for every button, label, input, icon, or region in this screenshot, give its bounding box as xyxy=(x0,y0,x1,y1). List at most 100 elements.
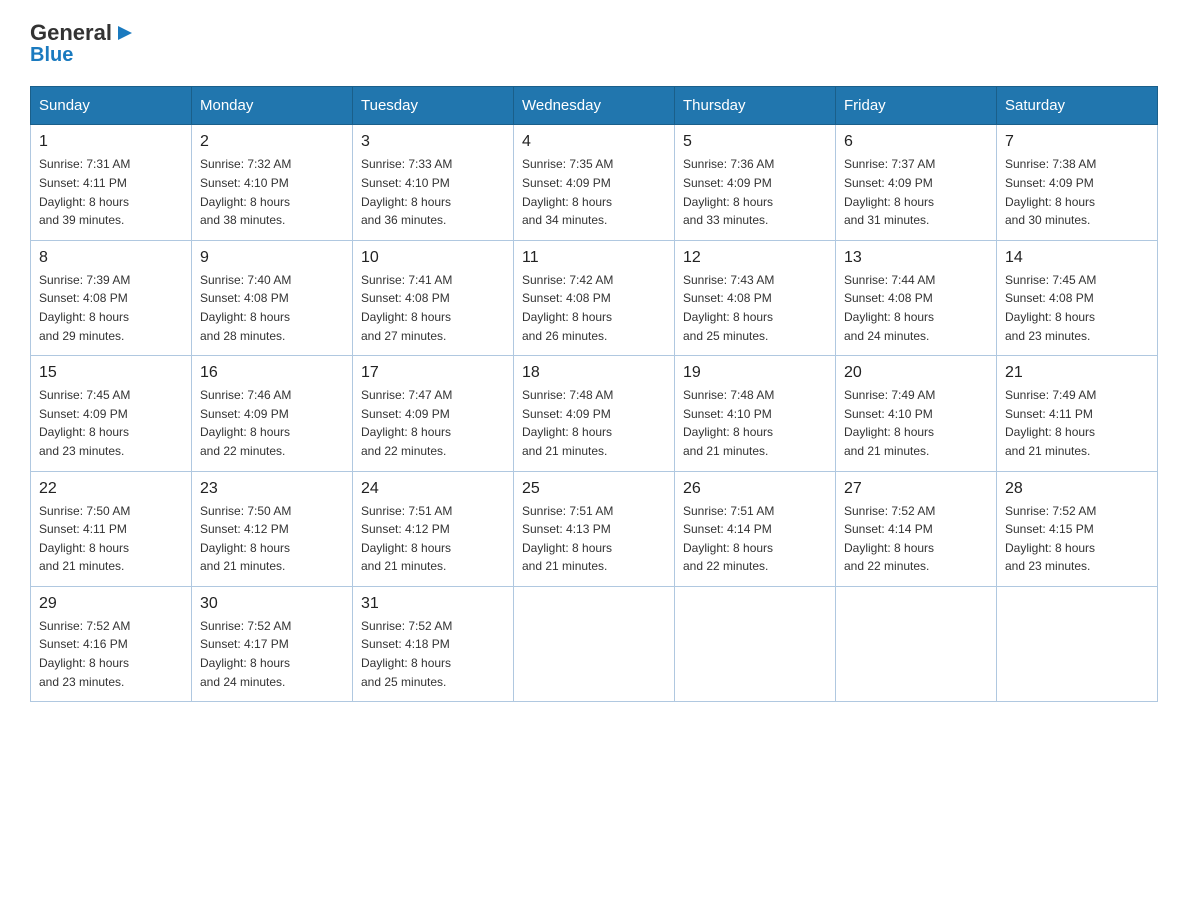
calendar-day-cell xyxy=(514,586,675,701)
calendar-week-row: 29 Sunrise: 7:52 AM Sunset: 4:16 PM Dayl… xyxy=(31,586,1158,701)
daylight-minutes: and 23 minutes. xyxy=(39,444,124,458)
day-number: 23 xyxy=(200,480,344,498)
calendar-day-cell: 9 Sunrise: 7:40 AM Sunset: 4:08 PM Dayli… xyxy=(192,240,353,355)
sunset-label: Sunset: 4:09 PM xyxy=(683,176,772,190)
sunset-label: Sunset: 4:10 PM xyxy=(200,176,289,190)
day-number: 29 xyxy=(39,595,183,613)
sunrise-label: Sunrise: 7:40 AM xyxy=(200,273,291,287)
sunrise-label: Sunrise: 7:52 AM xyxy=(39,619,130,633)
sunrise-label: Sunrise: 7:38 AM xyxy=(1005,157,1096,171)
daylight-label: Daylight: 8 hours xyxy=(844,541,934,555)
sunset-label: Sunset: 4:11 PM xyxy=(1005,407,1093,421)
calendar-day-cell: 17 Sunrise: 7:47 AM Sunset: 4:09 PM Dayl… xyxy=(353,356,514,471)
calendar-day-cell: 3 Sunrise: 7:33 AM Sunset: 4:10 PM Dayli… xyxy=(353,125,514,240)
day-info: Sunrise: 7:38 AM Sunset: 4:09 PM Dayligh… xyxy=(1005,155,1149,229)
logo-arrow-icon xyxy=(114,22,136,44)
sunset-label: Sunset: 4:17 PM xyxy=(200,637,289,651)
daylight-label: Daylight: 8 hours xyxy=(844,310,934,324)
sunrise-label: Sunrise: 7:41 AM xyxy=(361,273,452,287)
daylight-minutes: and 22 minutes. xyxy=(361,444,446,458)
sunrise-label: Sunrise: 7:36 AM xyxy=(683,157,774,171)
daylight-label: Daylight: 8 hours xyxy=(361,195,451,209)
calendar-day-cell: 1 Sunrise: 7:31 AM Sunset: 4:11 PM Dayli… xyxy=(31,125,192,240)
daylight-minutes: and 36 minutes. xyxy=(361,213,446,227)
daylight-minutes: and 39 minutes. xyxy=(39,213,124,227)
daylight-label: Daylight: 8 hours xyxy=(683,310,773,324)
sunset-label: Sunset: 4:08 PM xyxy=(200,291,289,305)
sunrise-label: Sunrise: 7:51 AM xyxy=(361,504,452,518)
daylight-minutes: and 21 minutes. xyxy=(522,559,607,573)
day-info: Sunrise: 7:32 AM Sunset: 4:10 PM Dayligh… xyxy=(200,155,344,229)
calendar-day-cell: 4 Sunrise: 7:35 AM Sunset: 4:09 PM Dayli… xyxy=(514,125,675,240)
day-number: 5 xyxy=(683,133,827,151)
daylight-label: Daylight: 8 hours xyxy=(361,656,451,670)
sunset-label: Sunset: 4:18 PM xyxy=(361,637,450,651)
sunset-label: Sunset: 4:11 PM xyxy=(39,522,127,536)
sunrise-label: Sunrise: 7:44 AM xyxy=(844,273,935,287)
daylight-label: Daylight: 8 hours xyxy=(1005,195,1095,209)
day-info: Sunrise: 7:50 AM Sunset: 4:12 PM Dayligh… xyxy=(200,502,344,576)
sunset-label: Sunset: 4:15 PM xyxy=(1005,522,1094,536)
weekday-header-thursday: Thursday xyxy=(675,87,836,125)
sunrise-label: Sunrise: 7:48 AM xyxy=(522,388,613,402)
daylight-minutes: and 22 minutes. xyxy=(683,559,768,573)
daylight-minutes: and 24 minutes. xyxy=(844,329,929,343)
calendar-day-cell: 30 Sunrise: 7:52 AM Sunset: 4:17 PM Dayl… xyxy=(192,586,353,701)
calendar-day-cell: 21 Sunrise: 7:49 AM Sunset: 4:11 PM Dayl… xyxy=(997,356,1158,471)
calendar-day-cell: 6 Sunrise: 7:37 AM Sunset: 4:09 PM Dayli… xyxy=(836,125,997,240)
day-number: 8 xyxy=(39,249,183,267)
calendar-day-cell: 20 Sunrise: 7:49 AM Sunset: 4:10 PM Dayl… xyxy=(836,356,997,471)
weekday-header-wednesday: Wednesday xyxy=(514,87,675,125)
day-number: 12 xyxy=(683,249,827,267)
daylight-label: Daylight: 8 hours xyxy=(522,310,612,324)
daylight-minutes: and 28 minutes. xyxy=(200,329,285,343)
day-number: 1 xyxy=(39,133,183,151)
day-number: 26 xyxy=(683,480,827,498)
weekday-header-tuesday: Tuesday xyxy=(353,87,514,125)
sunrise-label: Sunrise: 7:49 AM xyxy=(844,388,935,402)
daylight-minutes: and 25 minutes. xyxy=(361,675,446,689)
sunset-label: Sunset: 4:10 PM xyxy=(683,407,772,421)
day-info: Sunrise: 7:45 AM Sunset: 4:08 PM Dayligh… xyxy=(1005,271,1149,345)
page-header: General Blue xyxy=(30,20,1158,66)
sunrise-label: Sunrise: 7:32 AM xyxy=(200,157,291,171)
day-number: 15 xyxy=(39,364,183,382)
calendar-day-cell: 25 Sunrise: 7:51 AM Sunset: 4:13 PM Dayl… xyxy=(514,471,675,586)
day-number: 18 xyxy=(522,364,666,382)
calendar-week-row: 15 Sunrise: 7:45 AM Sunset: 4:09 PM Dayl… xyxy=(31,356,1158,471)
sunrise-label: Sunrise: 7:45 AM xyxy=(1005,273,1096,287)
day-number: 3 xyxy=(361,133,505,151)
sunset-label: Sunset: 4:12 PM xyxy=(200,522,289,536)
sunrise-label: Sunrise: 7:45 AM xyxy=(39,388,130,402)
day-number: 25 xyxy=(522,480,666,498)
daylight-label: Daylight: 8 hours xyxy=(683,425,773,439)
sunrise-label: Sunrise: 7:51 AM xyxy=(522,504,613,518)
calendar-day-cell: 13 Sunrise: 7:44 AM Sunset: 4:08 PM Dayl… xyxy=(836,240,997,355)
daylight-minutes: and 24 minutes. xyxy=(200,675,285,689)
daylight-label: Daylight: 8 hours xyxy=(39,425,129,439)
daylight-label: Daylight: 8 hours xyxy=(522,425,612,439)
sunset-label: Sunset: 4:08 PM xyxy=(683,291,772,305)
daylight-label: Daylight: 8 hours xyxy=(1005,310,1095,324)
day-info: Sunrise: 7:35 AM Sunset: 4:09 PM Dayligh… xyxy=(522,155,666,229)
sunrise-label: Sunrise: 7:50 AM xyxy=(200,504,291,518)
daylight-label: Daylight: 8 hours xyxy=(361,310,451,324)
sunrise-label: Sunrise: 7:42 AM xyxy=(522,273,613,287)
day-number: 28 xyxy=(1005,480,1149,498)
day-info: Sunrise: 7:51 AM Sunset: 4:12 PM Dayligh… xyxy=(361,502,505,576)
sunrise-label: Sunrise: 7:47 AM xyxy=(361,388,452,402)
calendar-day-cell: 5 Sunrise: 7:36 AM Sunset: 4:09 PM Dayli… xyxy=(675,125,836,240)
daylight-label: Daylight: 8 hours xyxy=(39,656,129,670)
calendar-day-cell xyxy=(836,586,997,701)
daylight-label: Daylight: 8 hours xyxy=(844,425,934,439)
calendar-day-cell xyxy=(997,586,1158,701)
day-info: Sunrise: 7:52 AM Sunset: 4:16 PM Dayligh… xyxy=(39,617,183,691)
day-number: 16 xyxy=(200,364,344,382)
logo: General Blue xyxy=(30,20,136,66)
sunrise-label: Sunrise: 7:33 AM xyxy=(361,157,452,171)
daylight-minutes: and 34 minutes. xyxy=(522,213,607,227)
daylight-label: Daylight: 8 hours xyxy=(200,195,290,209)
sunrise-label: Sunrise: 7:50 AM xyxy=(39,504,130,518)
calendar-day-cell: 7 Sunrise: 7:38 AM Sunset: 4:09 PM Dayli… xyxy=(997,125,1158,240)
daylight-minutes: and 21 minutes. xyxy=(361,559,446,573)
